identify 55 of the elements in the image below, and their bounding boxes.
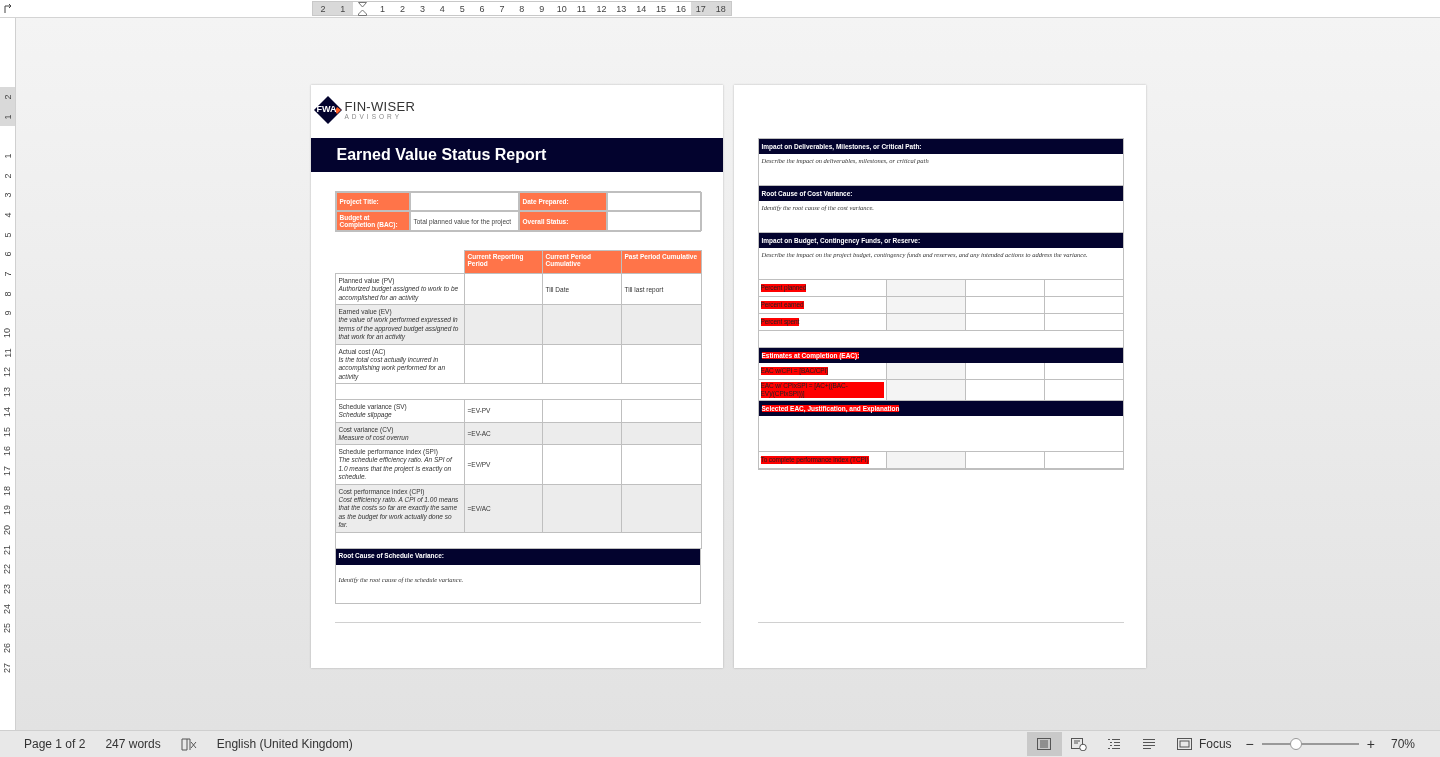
logo-name: FIN-WISER: [344, 99, 416, 113]
vertical-ruler[interactable]: 2 1 1 2 3 4 5 6 7 8 9 10 11 12 13 14 15 16 17 18 19 20 21 22 23 24 25 26 27: [0, 18, 16, 730]
zoom-in-button[interactable]: +: [1360, 736, 1381, 752]
draft-icon: [1142, 738, 1157, 750]
word-count[interactable]: 247 words: [105, 737, 161, 751]
print-layout-icon: [1037, 738, 1052, 750]
language[interactable]: English (United Kingdom): [216, 737, 353, 751]
proofing-book-icon[interactable]: [180, 737, 197, 751]
ruler-number: 11: [2, 348, 13, 358]
logo-mark: FWA: [316, 104, 337, 114]
field-value-cell[interactable]: [606, 192, 702, 211]
ruler-number: 10: [2, 328, 13, 339]
ruler-number: 2: [2, 94, 13, 100]
logo-diamond-icon: [312, 95, 343, 125]
ruler-number: 1: [2, 114, 13, 120]
tab-selector-icon[interactable]: [3, 3, 13, 13]
zoom-out-button[interactable]: −: [1239, 736, 1260, 752]
ruler-number: 21: [2, 544, 13, 555]
focus-button[interactable]: Focus: [1168, 737, 1240, 751]
ruler-number: 27: [2, 662, 13, 673]
ruler-number: 2: [2, 173, 13, 179]
ruler-number: 25: [2, 623, 13, 634]
ruler-number: 6: [2, 251, 13, 257]
field-value-cell[interactable]: [606, 211, 702, 231]
ruler-number: 1: [2, 153, 13, 159]
ruler-number: 13: [2, 387, 13, 398]
report-title: Earned Value Status Report: [336, 146, 547, 164]
ruler-number: 17: [2, 465, 13, 476]
indent-marker-icon[interactable]: [358, 1, 368, 16]
ruler-number: 5: [2, 232, 13, 238]
ruler-number: 22: [2, 564, 13, 575]
ruler-number: 14: [2, 406, 13, 417]
field-value-cell[interactable]: [409, 192, 519, 211]
ruler-number: 2: [313, 2, 333, 15]
zoom-percent[interactable]: 70%: [1390, 737, 1415, 751]
ruler-number: 19: [2, 505, 13, 516]
outline-icon: [1107, 738, 1122, 750]
ruler-number: 4: [2, 212, 13, 218]
ruler-number: 23: [2, 584, 13, 595]
page-count[interactable]: Page 1 of 2: [24, 737, 86, 751]
print-layout-view-button[interactable]: [1026, 732, 1062, 756]
focus-frame-icon: [1176, 738, 1192, 750]
ruler-number: 26: [2, 643, 13, 654]
ruler-number: 16: [2, 446, 13, 457]
ruler-number: 20: [2, 524, 13, 535]
ruler-number: 12: [2, 367, 13, 378]
ruler-number: 8: [2, 291, 13, 297]
ruler-number: 18: [2, 485, 13, 496]
ruler-number: 15: [2, 426, 13, 437]
web-layout-icon: [1071, 737, 1088, 751]
ruler-number: 7: [2, 271, 13, 277]
ruler-number: 3: [2, 192, 13, 198]
ruler-number: 24: [2, 603, 13, 614]
horizontal-ruler[interactable]: 2 1 1 2 3 4 5 6 7 8 9 10 11 12 13 14 15 16 17 18: [312, 1, 732, 16]
ruler-number: 9: [2, 310, 13, 316]
